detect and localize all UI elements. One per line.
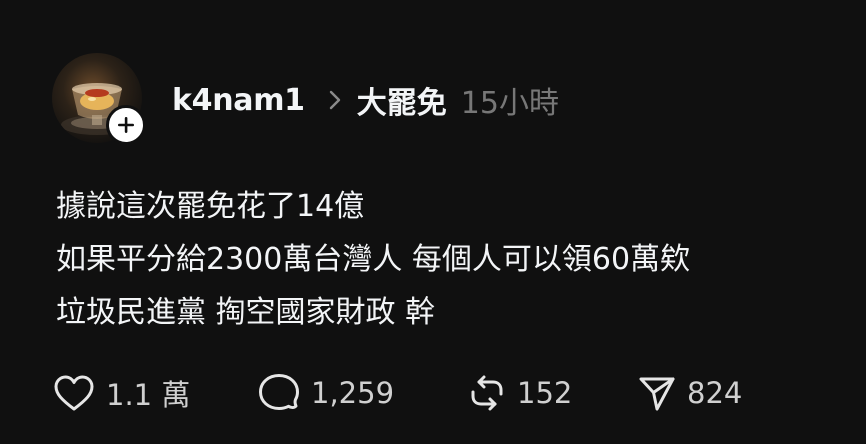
reply-count: 1,259 — [311, 376, 395, 410]
avatar[interactable] — [52, 53, 146, 145]
like-count: 1.1 萬 — [106, 378, 191, 412]
reply-button[interactable]: 1,259 — [257, 372, 467, 414]
repost-count: 152 — [517, 376, 573, 410]
chevron-right-icon — [329, 90, 341, 110]
community-link[interactable]: 大罷免 — [357, 78, 447, 122]
share-count: 824 — [687, 376, 743, 410]
post-body-line: 如果平分給2300萬台灣人 每個人可以領60萬欸 — [56, 242, 691, 277]
post-timestamp[interactable]: 15小時 — [461, 78, 559, 122]
like-button[interactable]: 1.1 萬 — [52, 372, 257, 414]
follow-button[interactable] — [106, 105, 146, 145]
plus-icon — [118, 117, 134, 133]
author-username[interactable]: k4nam1 — [172, 83, 305, 118]
repost-icon — [471, 375, 503, 411]
post-header: k4nam1 大罷免 15小時 — [172, 78, 559, 122]
comment-icon — [259, 374, 299, 410]
post-body-line: 垃圾民進黨 掏空國家財政 幹 — [56, 295, 436, 330]
post-body: 據說這次罷免花了14億 如果平分給2300萬台灣人 每個人可以領60萬欸 垃圾民… — [56, 180, 856, 339]
heart-icon — [54, 375, 94, 411]
post-actions: 1.1 萬 1,259 152 824 — [52, 370, 777, 416]
repost-button[interactable]: 152 — [467, 372, 637, 414]
post-body-line: 據說這次罷免花了14億 — [56, 189, 365, 224]
send-icon — [639, 377, 675, 411]
thread-post: k4nam1 大罷免 15小時 據說這次罷免花了14億 如果平分給2300萬台灣… — [0, 0, 866, 444]
share-button[interactable]: 824 — [637, 373, 777, 413]
